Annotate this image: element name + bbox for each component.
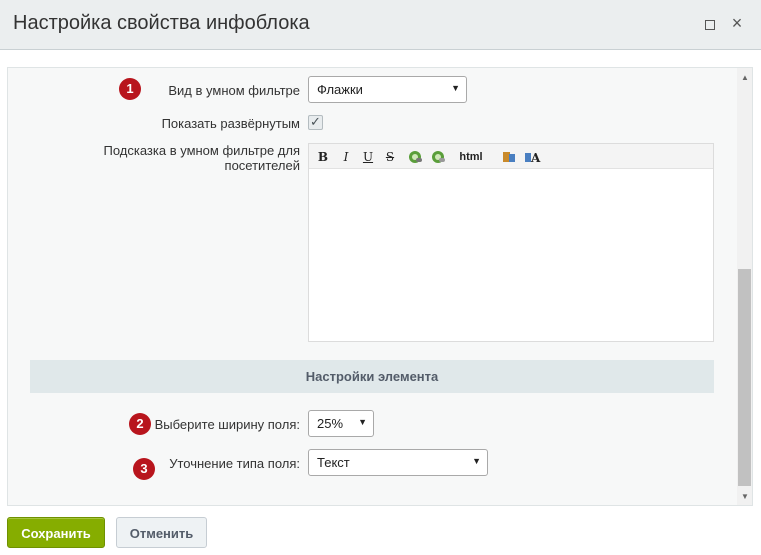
smart-filter-view-value: Флажки — [317, 82, 363, 97]
maximize-icon[interactable] — [702, 17, 718, 33]
show-expanded-checkbox[interactable]: ✓ — [308, 114, 323, 130]
underline-button[interactable]: U — [362, 149, 374, 165]
scroll-down-icon[interactable]: ▼ — [737, 489, 752, 505]
step-badge-1: 1 — [119, 78, 141, 100]
svg-text:A: A — [530, 151, 541, 165]
font-color-icon-svg: A — [525, 151, 541, 165]
maximize-icon-frame — [705, 20, 715, 30]
bold-button[interactable]: B — [317, 149, 329, 165]
smart-filter-view-label: Вид в умном фильтре — [168, 83, 300, 98]
scroll-up-icon[interactable]: ▲ — [737, 70, 752, 86]
content-scrollbar[interactable]: ▲ ▼ — [737, 68, 752, 505]
property-settings-dialog: Настройка свойства инфоблока × 1 Вид в у… — [0, 0, 761, 555]
dialog-content: 1 Вид в умном фильтре Флажки ▼ Показать … — [7, 67, 753, 506]
link-icon-svg — [409, 151, 422, 163]
scrollbar-thumb[interactable] — [738, 269, 751, 486]
element-settings-header: Настройки элемента — [30, 360, 714, 393]
step-badge-3: 3 — [133, 458, 155, 480]
checkmark-icon: ✓ — [310, 114, 321, 129]
font-color-icon[interactable]: A — [524, 149, 542, 165]
close-icon[interactable]: × — [729, 14, 745, 32]
smart-filter-view-select[interactable]: Флажки ▼ — [308, 76, 467, 103]
show-expanded-label: Показать развёрнутым — [161, 116, 300, 131]
html-mode-button[interactable]: html — [456, 149, 486, 165]
unlink-icon-svg — [432, 151, 445, 163]
smart-filter-hint-textarea[interactable] — [309, 170, 713, 341]
field-width-select[interactable]: 25% ▼ — [308, 410, 374, 437]
field-width-label: Выберите ширину поля: — [154, 417, 300, 432]
italic-button[interactable]: I — [340, 149, 352, 165]
editor-toolbar: B I U S html A — [309, 144, 713, 169]
clean-format-icon-svg — [503, 152, 515, 162]
clean-format-icon[interactable] — [501, 149, 517, 165]
save-button[interactable]: Сохранить — [7, 517, 105, 548]
unlink-icon[interactable] — [430, 149, 446, 165]
strikethrough-button[interactable]: S — [384, 149, 396, 165]
chevron-down-icon: ▼ — [451, 83, 460, 93]
chevron-down-icon: ▼ — [358, 417, 367, 427]
cancel-button[interactable]: Отменить — [116, 517, 207, 548]
field-type-label: Уточнение типа поля: — [169, 456, 300, 471]
dialog-title: Настройка свойства инфоблока — [13, 12, 310, 34]
field-type-select[interactable]: Текст ▼ — [308, 449, 488, 476]
link-icon[interactable] — [407, 149, 423, 165]
smart-filter-hint-editor: B I U S html A — [308, 143, 714, 342]
field-width-value: 25% — [317, 416, 344, 431]
chevron-down-icon: ▼ — [472, 456, 481, 466]
field-type-value: Текст — [317, 455, 350, 470]
dialog-titlebar[interactable]: Настройка свойства инфоблока × — [0, 0, 761, 50]
smart-filter-hint-label: Подсказка в умном фильтре для посетителе… — [103, 143, 300, 173]
